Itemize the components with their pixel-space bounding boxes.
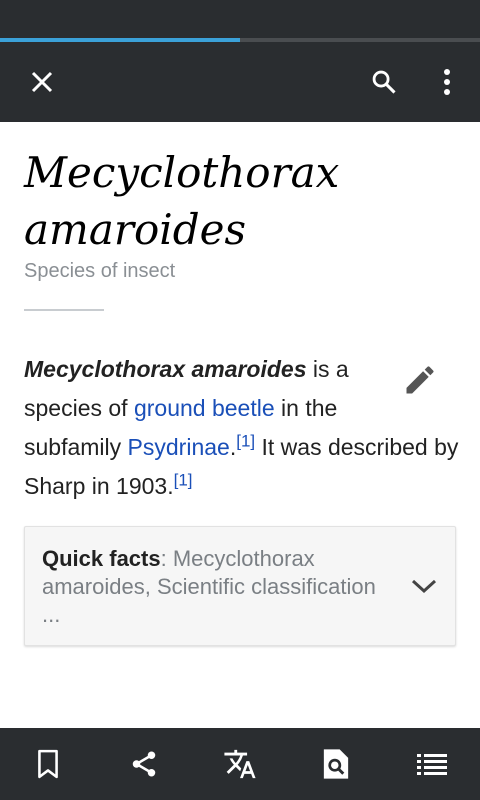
link-psydrinae[interactable]: Psydrinae [128,434,230,460]
find-in-page-icon [323,749,349,779]
title-divider [24,309,104,311]
pencil-icon [406,366,434,394]
edit-button[interactable] [398,358,442,402]
quick-facts-text: Quick facts: Mecyclothorax amaroides, Sc… [42,545,382,629]
status-bar [0,0,480,38]
translate-button[interactable] [192,728,288,800]
table-of-contents-icon [417,754,447,775]
bookmark-icon [38,749,58,779]
reference-link[interactable]: [1] [236,431,255,450]
quick-facts-label: Quick facts [42,546,161,571]
table-of-contents-button[interactable] [384,728,480,800]
reference-link[interactable]: [1] [174,470,193,489]
find-in-page-button[interactable] [288,728,384,800]
chevron-down-icon [411,579,437,594]
top-toolbar [0,42,480,122]
page-description: Species of insect [24,260,176,282]
quick-facts-expand[interactable] [409,571,439,601]
share-button[interactable] [96,728,192,800]
link-ground-beetle[interactable]: ground beetle [134,395,275,421]
bookmark-button[interactable] [0,728,96,800]
page-title: Mecyclothorax amaroides [24,148,340,254]
quick-facts-card[interactable]: Quick facts: Mecyclothorax amaroides, Sc… [24,526,456,646]
close-button[interactable] [10,42,74,122]
more-vert-icon [444,69,450,95]
translate-icon [224,749,256,779]
bottom-toolbar [0,728,480,800]
search-button[interactable] [352,42,416,122]
quick-facts-separator: : [160,546,173,571]
overflow-menu-button[interactable] [415,42,479,122]
close-icon [31,71,53,93]
search-icon [372,70,396,94]
share-icon [132,751,156,777]
article-content: Mecyclothorax amaroides Species of insec… [0,122,480,728]
article-subject-bold: Mecyclothorax amaroides [24,356,307,382]
